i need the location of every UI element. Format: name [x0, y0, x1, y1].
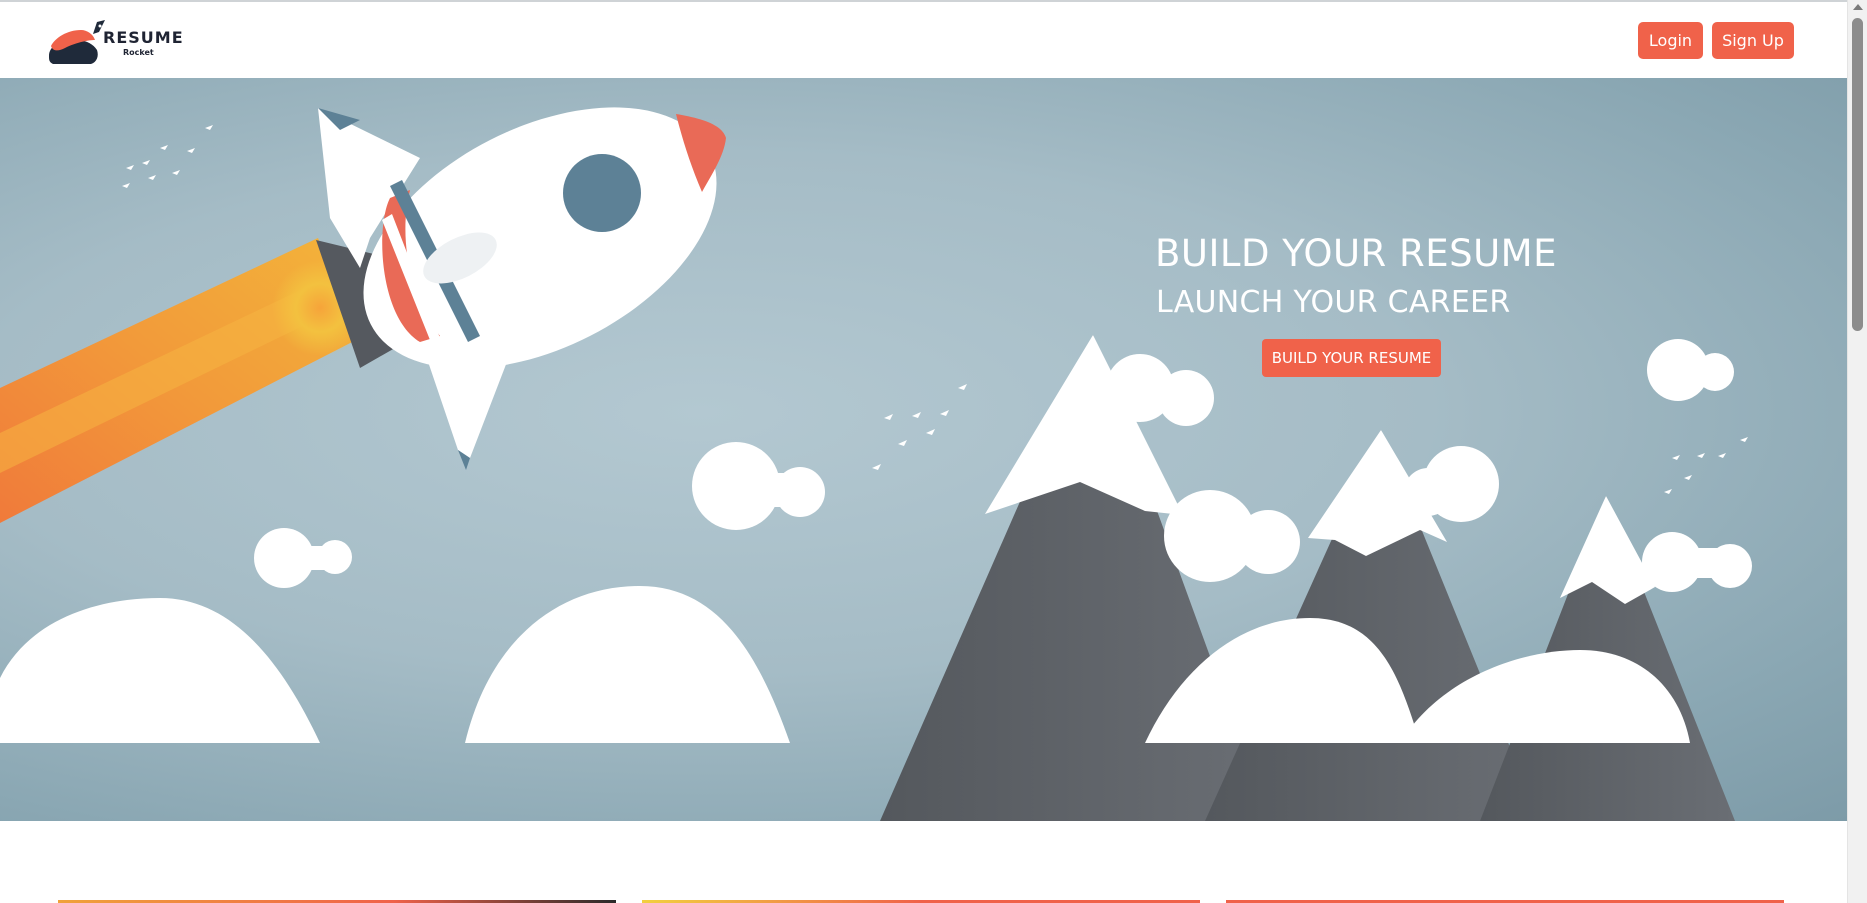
brand-logo[interactable]: RESUME Rocket: [47, 18, 183, 66]
rocket-flame-trail: [0, 238, 368, 523]
hero-illustration: [0, 107, 1752, 821]
brand-tagline: Rocket: [123, 48, 154, 57]
hero-title: BUILD YOUR RESUME: [1155, 232, 1557, 275]
brand-name: RESUME: [103, 28, 184, 47]
hero-banner: BUILD YOUR RESUME LAUNCH YOUR CAREER BUI…: [0, 78, 1847, 821]
scroll-up-arrow-icon[interactable]: [1853, 4, 1863, 10]
rocket-illustration: [316, 107, 726, 470]
hero-subtitle: LAUNCH YOUR CAREER: [1156, 285, 1511, 320]
navbar: RESUME Rocket Login Sign Up: [0, 2, 1847, 78]
signup-button[interactable]: Sign Up: [1712, 22, 1794, 59]
login-button[interactable]: Login: [1638, 22, 1703, 59]
vertical-scrollbar[interactable]: [1847, 0, 1867, 903]
landing-page: RESUME Rocket Login Sign Up BUILD YOUR R…: [0, 0, 1867, 903]
build-resume-button[interactable]: BUILD YOUR RESUME: [1262, 339, 1441, 377]
scrollbar-thumb[interactable]: [1852, 18, 1863, 331]
